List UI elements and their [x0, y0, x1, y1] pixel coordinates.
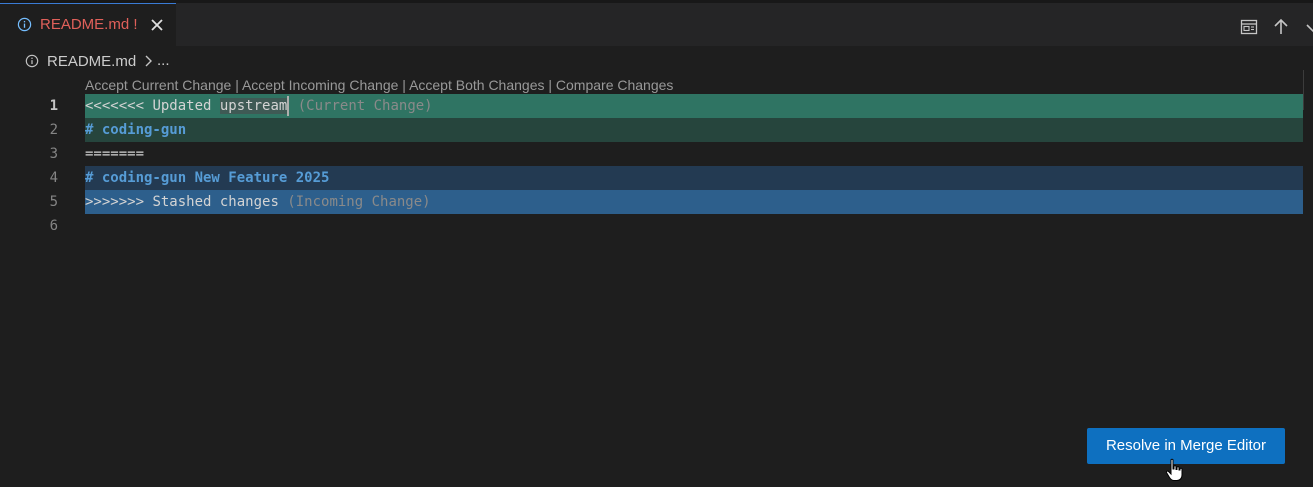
tab-bar: README.md ! [0, 0, 1313, 46]
arrow-up-icon[interactable] [1271, 17, 1291, 37]
selected-word: upstream [219, 98, 288, 114]
codelens-separator: | [402, 77, 406, 93]
breadcrumb-more[interactable]: ... [157, 52, 170, 69]
close-icon[interactable] [148, 16, 166, 34]
code-line-incoming-content[interactable]: # coding-gun New Feature 2025 [85, 166, 1303, 190]
codelens-separator: | [548, 77, 553, 93]
breadcrumb-file[interactable]: README.md [47, 53, 136, 70]
line-number: 4 [49, 170, 58, 186]
code-line-separator[interactable]: ======= [85, 142, 1303, 166]
line-number: 5 [49, 194, 58, 210]
info-icon [17, 17, 32, 32]
line-number: 1 [49, 98, 58, 114]
branch-text: Stashed changes [152, 194, 279, 210]
line-number: 3 [49, 146, 58, 162]
compare-changes-link[interactable]: Compare Changes [556, 77, 674, 93]
branch-text: Updated [152, 98, 220, 114]
incoming-change-label: (Incoming Change) [278, 194, 431, 210]
code-line-empty[interactable] [85, 214, 1303, 238]
open-preview-icon[interactable] [1239, 17, 1259, 37]
modified-marker: ! [133, 16, 138, 33]
scrollbar[interactable] [1303, 70, 1313, 110]
hand-pointer-icon [1165, 458, 1183, 481]
accept-current-change-link[interactable]: Accept Current Change [85, 77, 231, 93]
conflict-marker: >>>>>>> [85, 194, 153, 210]
code-line-current-content[interactable]: # coding-gun [85, 118, 1303, 142]
merge-conflict-codelens: Accept Current Change | Accept Incoming … [85, 77, 673, 93]
line-number: 2 [49, 122, 58, 138]
resolve-in-merge-editor-button[interactable]: Resolve in Merge Editor [1087, 428, 1285, 464]
codelens-separator: | [235, 77, 239, 93]
conflict-marker: <<<<<<< [85, 98, 153, 114]
chevron-down-icon[interactable] [1303, 17, 1313, 37]
accept-both-changes-link[interactable]: Accept Both Changes [409, 77, 544, 93]
current-change-label: (Current Change) [289, 98, 433, 114]
info-icon [25, 54, 39, 68]
accept-incoming-change-link[interactable]: Accept Incoming Change [242, 77, 398, 93]
editor-window: README.md ! README.md ... Accept Current… [0, 0, 1313, 487]
code-line-current-marker[interactable]: <<<<<<< Updated upstream (Current Change… [85, 94, 1303, 118]
breadcrumb: README.md ... [0, 46, 1313, 76]
code-line-incoming-marker[interactable]: >>>>>>> Stashed changes (Incoming Change… [85, 190, 1303, 214]
chevron-right-icon [145, 55, 152, 67]
tab-title: README.md ! [40, 16, 138, 33]
line-number: 6 [49, 218, 58, 234]
tab-readme[interactable]: README.md ! [0, 3, 176, 46]
